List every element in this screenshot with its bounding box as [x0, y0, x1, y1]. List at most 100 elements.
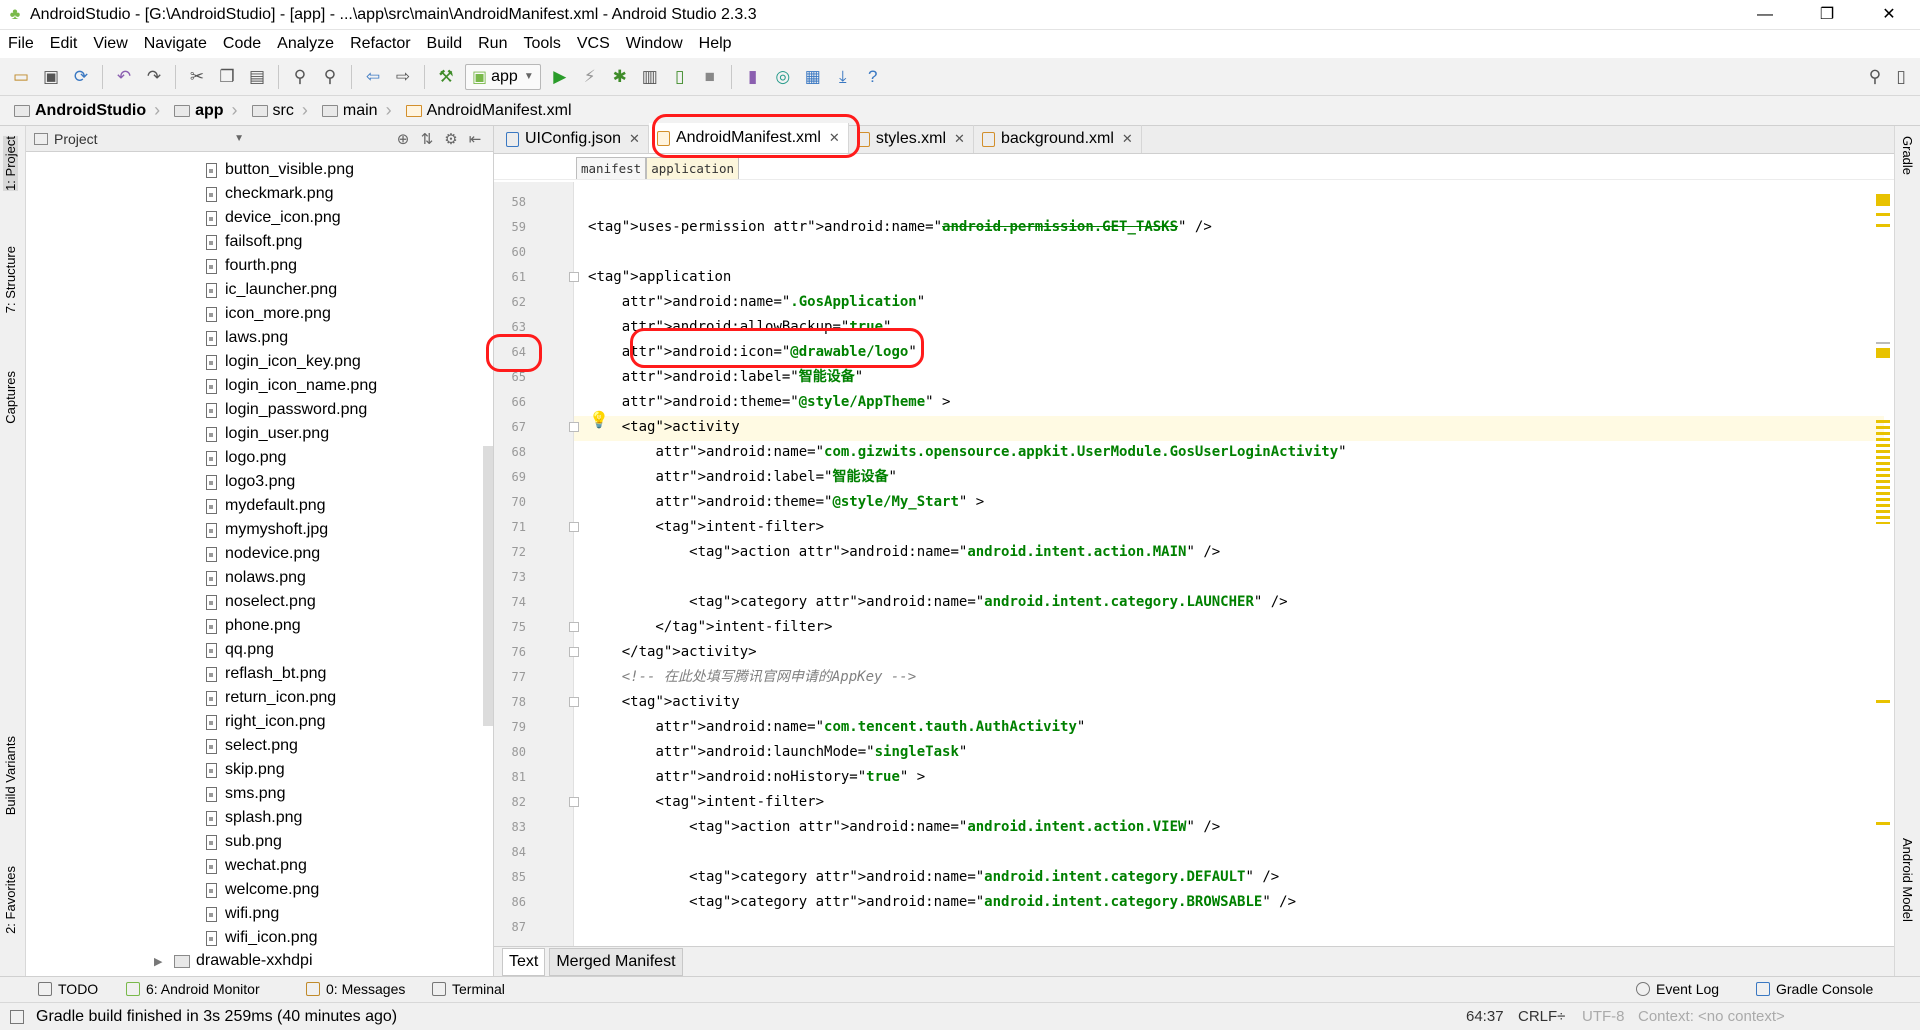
- menu-analyze[interactable]: Analyze: [269, 30, 342, 58]
- tree-file[interactable]: login_password.png: [206, 398, 367, 422]
- project-view-select[interactable]: Project ▼: [34, 131, 244, 147]
- tree-file[interactable]: device_icon.png: [206, 206, 341, 230]
- redo-icon[interactable]: ↷: [141, 64, 167, 90]
- tree-file[interactable]: phone.png: [206, 614, 301, 638]
- fold-marker[interactable]: [569, 797, 579, 807]
- back-icon[interactable]: ⇦: [360, 64, 386, 90]
- tool-messages[interactable]: 0: Messages: [306, 981, 405, 997]
- tree-file[interactable]: laws.png: [206, 326, 288, 350]
- find-icon[interactable]: ⚲: [287, 64, 313, 90]
- line-separator[interactable]: CRLF÷: [1518, 1008, 1565, 1025]
- menu-file[interactable]: File: [0, 30, 42, 58]
- tree-file[interactable]: wechat.png: [206, 854, 307, 878]
- tree-file[interactable]: sms.png: [206, 782, 285, 806]
- project-scrollbar[interactable]: [483, 446, 493, 726]
- tree-file[interactable]: logo.png: [206, 446, 286, 470]
- gear-icon[interactable]: ⚙: [439, 130, 463, 148]
- make-project-icon[interactable]: ⚒: [433, 64, 459, 90]
- device-icon[interactable]: ▯: [1888, 64, 1914, 90]
- tool-todo[interactable]: TODO: [38, 981, 98, 997]
- breadcrumb-item[interactable]: main ›: [318, 100, 402, 121]
- sdk-manager-icon[interactable]: ⤓: [830, 64, 856, 90]
- help-icon[interactable]: ?: [860, 64, 886, 90]
- hide-panel-icon[interactable]: ⇤: [463, 130, 487, 148]
- fold-marker[interactable]: [569, 622, 579, 632]
- tree-file[interactable]: right_icon.png: [206, 710, 326, 734]
- close-icon[interactable]: ✕: [954, 131, 965, 147]
- tab-uiconfig-json[interactable]: UIConfig.json ✕: [498, 125, 649, 153]
- tab-background-xml[interactable]: background.xml ✕: [974, 125, 1142, 153]
- tree-file[interactable]: skip.png: [206, 758, 285, 782]
- cut-icon[interactable]: ✂: [184, 64, 210, 90]
- tool-terminal[interactable]: Terminal: [432, 981, 505, 997]
- tab-merged-manifest[interactable]: Merged Manifest: [549, 947, 683, 976]
- fold-marker[interactable]: [569, 697, 579, 707]
- tool-tab-build-variants[interactable]: Build Variants: [3, 736, 18, 815]
- instant-run-icon[interactable]: ⚡: [577, 64, 603, 90]
- attach-debugger-icon[interactable]: ▯: [667, 64, 693, 90]
- tree-file[interactable]: select.png: [206, 734, 298, 758]
- tool-tab-captures[interactable]: Captures: [3, 371, 18, 424]
- tree-file[interactable]: logo3.png: [206, 470, 295, 494]
- tree-file[interactable]: nolaws.png: [206, 566, 306, 590]
- tree-file[interactable]: sub.png: [206, 830, 282, 854]
- tree-folder[interactable]: ▶ drawable-xxhdpi: [154, 949, 313, 973]
- tree-file[interactable]: mymyshoft.jpg: [206, 518, 328, 542]
- tree-file[interactable]: qq.png: [206, 638, 274, 662]
- close-icon[interactable]: ✕: [1122, 131, 1133, 147]
- tool-tab-gradle[interactable]: Gradle: [1900, 136, 1915, 175]
- breadcrumb-item[interactable]: src ›: [248, 100, 318, 121]
- intention-bulb-icon[interactable]: 💡: [589, 410, 609, 430]
- tree-file[interactable]: checkmark.png: [206, 182, 334, 206]
- tab-styles-xml[interactable]: styles.xml ✕: [849, 125, 974, 153]
- fold-marker[interactable]: [569, 272, 579, 282]
- save-icon[interactable]: ▣: [38, 64, 64, 90]
- close-button[interactable]: ✕: [1858, 0, 1920, 30]
- tree-file[interactable]: noselect.png: [206, 590, 316, 614]
- tab-text[interactable]: Text: [502, 947, 546, 976]
- stop-icon[interactable]: ■: [697, 64, 723, 90]
- restore-button[interactable]: ❐: [1796, 0, 1858, 30]
- collapse-all-icon[interactable]: ⇅: [415, 130, 439, 148]
- tree-file[interactable]: button_visible.png: [206, 158, 354, 182]
- undo-icon[interactable]: ↶: [111, 64, 137, 90]
- menu-view[interactable]: View: [85, 30, 135, 58]
- tool-tab-project[interactable]: 1: Project: [3, 136, 18, 191]
- tree-file[interactable]: wifi_icon.png: [206, 926, 318, 950]
- tool-tab-android-model[interactable]: Android Model: [1900, 838, 1915, 922]
- tree-file[interactable]: reflash_bt.png: [206, 662, 326, 686]
- run-icon[interactable]: ▶: [547, 64, 573, 90]
- xml-crumb-application[interactable]: application: [646, 157, 740, 179]
- chevron-right-icon[interactable]: ▶: [154, 955, 174, 968]
- menu-window[interactable]: Window: [618, 30, 691, 58]
- tool-tab-structure[interactable]: 7: Structure: [3, 246, 18, 313]
- profile-icon[interactable]: ▥: [637, 64, 663, 90]
- tree-file[interactable]: login_user.png: [206, 422, 329, 446]
- search-everywhere-icon[interactable]: ⚲: [1862, 64, 1888, 90]
- breadcrumb-item[interactable]: AndroidStudio ›: [10, 100, 170, 121]
- project-structure-icon[interactable]: ▦: [800, 64, 826, 90]
- sync-gradle-icon[interactable]: ◎: [770, 64, 796, 90]
- menu-build[interactable]: Build: [419, 30, 471, 58]
- status-toggle-icon[interactable]: [10, 1010, 24, 1024]
- tool-tab-favorites[interactable]: 2: Favorites: [3, 866, 18, 934]
- breadcrumb-item[interactable]: app ›: [170, 100, 247, 121]
- tool-event-log[interactable]: Event Log: [1636, 981, 1719, 997]
- tree-file[interactable]: return_icon.png: [206, 686, 336, 710]
- tool-android-monitor[interactable]: 6: Android Monitor: [126, 981, 260, 997]
- menu-run[interactable]: Run: [470, 30, 515, 58]
- menu-tools[interactable]: Tools: [515, 30, 568, 58]
- avd-manager-icon[interactable]: ▮: [740, 64, 766, 90]
- tree-file[interactable]: welcome.png: [206, 878, 319, 902]
- tree-file[interactable]: login_icon_name.png: [206, 374, 377, 398]
- copy-icon[interactable]: ❐: [214, 64, 240, 90]
- fold-marker[interactable]: [569, 522, 579, 532]
- menu-code[interactable]: Code: [215, 30, 269, 58]
- open-folder-icon[interactable]: ▭: [8, 64, 34, 90]
- debug-icon[interactable]: ✱: [607, 64, 633, 90]
- xml-crumb-manifest[interactable]: manifest: [576, 157, 647, 179]
- file-encoding[interactable]: UTF-8: [1582, 1008, 1625, 1025]
- fold-marker[interactable]: [569, 422, 579, 432]
- close-icon[interactable]: ✕: [629, 131, 640, 147]
- scroll-from-source-icon[interactable]: ⊕: [391, 130, 415, 148]
